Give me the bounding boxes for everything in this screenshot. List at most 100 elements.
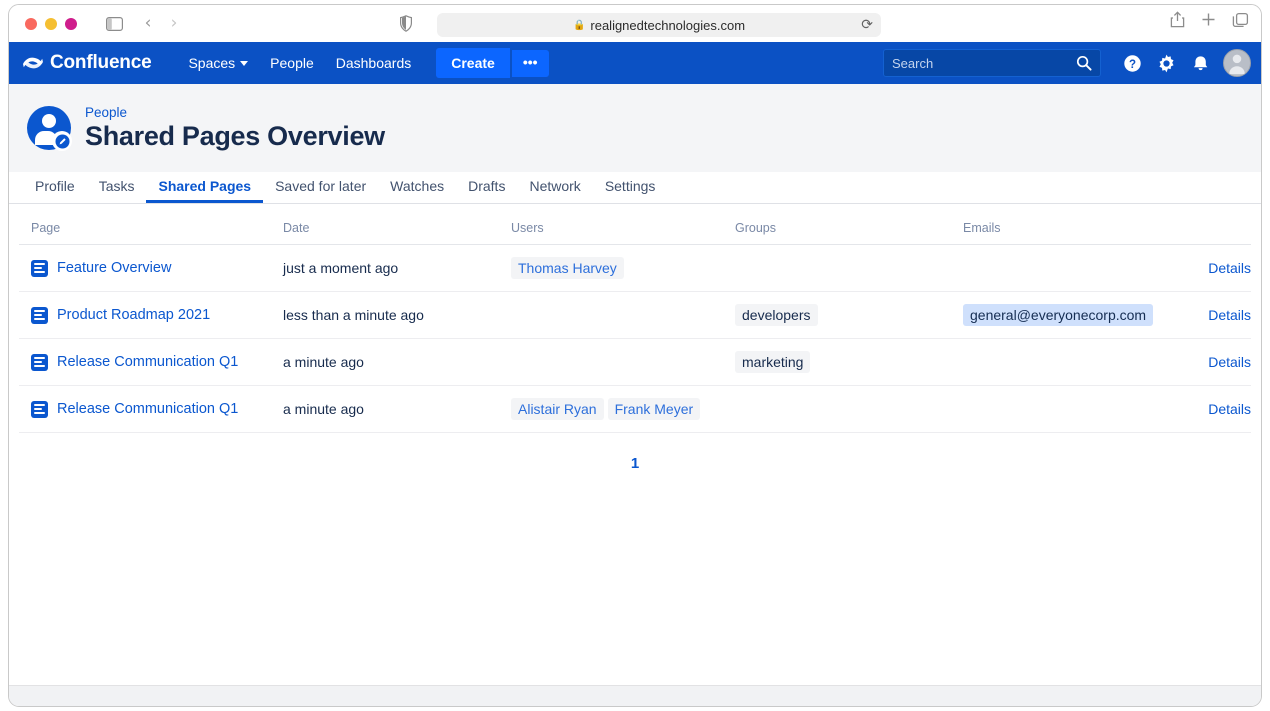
group-chip[interactable]: developers: [735, 304, 818, 326]
details-link[interactable]: Details: [1208, 260, 1251, 276]
maximize-window-button[interactable]: [65, 18, 77, 30]
cell-page: Release Communication Q1: [19, 339, 271, 386]
chevron-down-icon: [240, 61, 248, 66]
tab-drafts[interactable]: Drafts: [456, 178, 517, 203]
column-header-groups: Groups: [723, 204, 951, 245]
table-row: Product Roadmap 2021less than a minute a…: [19, 292, 1251, 339]
top-nav-links: Spaces People Dashboards Create •••: [177, 48, 548, 78]
page-document-icon: [31, 354, 48, 371]
details-link[interactable]: Details: [1208, 307, 1251, 323]
page-link[interactable]: Release Communication Q1: [57, 401, 238, 417]
table-row: Feature Overview just a moment ago Thomas …: [19, 245, 1251, 292]
close-window-button[interactable]: [25, 18, 37, 30]
column-header-emails: Emails: [951, 204, 1183, 245]
plus-icon[interactable]: [1201, 12, 1216, 27]
cell-groups: [723, 386, 951, 433]
tab-settings[interactable]: Settings: [593, 178, 668, 203]
details-link[interactable]: Details: [1208, 401, 1251, 417]
nav-item-dashboards-label: Dashboards: [336, 55, 412, 71]
svg-text:?: ?: [1128, 58, 1135, 70]
page-titles: People Shared Pages Overview: [85, 105, 385, 152]
browser-toolbar: ‹ › 🔒 realignedtechnologies.com ⟳: [9, 5, 1261, 42]
page-link[interactable]: Feature Overview: [57, 260, 171, 276]
page-link[interactable]: Release Communication Q1: [57, 354, 238, 370]
cell-users: [499, 292, 723, 339]
nav-item-spaces[interactable]: Spaces: [177, 49, 259, 77]
create-button[interactable]: Create: [436, 48, 510, 78]
page-link[interactable]: Product Roadmap 2021: [57, 307, 210, 323]
breadcrumb[interactable]: People: [85, 105, 385, 120]
tab-tasks[interactable]: Tasks: [87, 178, 147, 203]
user-chip[interactable]: Alistair Ryan: [511, 398, 604, 420]
tab-saved-for-later[interactable]: Saved for later: [263, 178, 378, 203]
main-content: Page Date Users Groups Emails Feature Ov…: [9, 204, 1261, 685]
settings-gear-icon[interactable]: [1149, 46, 1183, 80]
cell-emails: general@everyonecorp.com: [951, 292, 1183, 339]
cell-actions: Details: [1183, 339, 1251, 386]
cell-groups: [723, 245, 951, 292]
page-document-icon: [31, 401, 48, 418]
tab-overview-icon[interactable]: [1232, 12, 1249, 28]
table-header-row: Page Date Users Groups Emails: [19, 204, 1251, 245]
address-bar[interactable]: 🔒 realignedtechnologies.com ⟳: [437, 13, 881, 37]
cell-date: a minute ago: [271, 339, 499, 386]
page-document-icon: [31, 260, 48, 277]
column-header-date: Date: [271, 204, 499, 245]
search-box[interactable]: [883, 49, 1101, 77]
notifications-bell-icon[interactable]: [1183, 46, 1217, 80]
nav-item-dashboards[interactable]: Dashboards: [325, 49, 423, 77]
tab-profile[interactable]: Profile: [23, 178, 87, 203]
cell-date: a minute ago: [271, 386, 499, 433]
reload-icon[interactable]: ⟳: [861, 16, 873, 33]
share-icon[interactable]: [1170, 11, 1185, 28]
cell-emails: [951, 245, 1183, 292]
column-header-actions: [1183, 204, 1251, 245]
cell-date: just a moment ago: [271, 245, 499, 292]
confluence-logo-icon: [23, 54, 43, 72]
avatar-head: [42, 114, 56, 128]
cell-groups: developers: [723, 292, 951, 339]
user-chip[interactable]: Frank Meyer: [608, 398, 701, 420]
url-text: realignedtechnologies.com: [590, 18, 745, 33]
browser-actions: [1170, 11, 1249, 28]
window-controls[interactable]: [25, 18, 77, 30]
cell-users: Alistair RyanFrank Meyer: [499, 386, 723, 433]
confluence-brand[interactable]: Confluence: [23, 52, 151, 74]
tab-shared-pages[interactable]: Shared Pages: [146, 178, 263, 203]
tab-watches[interactable]: Watches: [378, 178, 456, 203]
back-chevron-icon[interactable]: ‹: [135, 12, 161, 36]
column-header-users: Users: [499, 204, 723, 245]
table-row: Release Communication Q1 a minute ago mark…: [19, 339, 1251, 386]
search-icon[interactable]: [1076, 55, 1092, 71]
user-avatar-icon[interactable]: [1223, 49, 1251, 77]
create-more-button[interactable]: •••: [512, 50, 549, 77]
search-input[interactable]: [892, 56, 1072, 71]
cell-page: Release Communication Q1: [19, 386, 271, 433]
minimize-window-button[interactable]: [45, 18, 57, 30]
window-footer-strip: [9, 685, 1261, 706]
page-title: Shared Pages Overview: [85, 121, 385, 152]
pagination-page-1[interactable]: 1: [631, 455, 639, 472]
cell-actions: Details: [1183, 245, 1251, 292]
email-chip[interactable]: general@everyonecorp.com: [963, 304, 1153, 326]
help-icon[interactable]: ?: [1115, 46, 1149, 80]
table-row: Release Communication Q1a minute agoAlis…: [19, 386, 1251, 433]
nav-buttons[interactable]: ‹ ›: [135, 12, 187, 36]
forward-chevron-icon[interactable]: ›: [161, 12, 187, 36]
sidebar-toggle-icon[interactable]: [101, 12, 127, 36]
edit-pencil-badge-icon: [52, 131, 72, 151]
pagination: 1: [9, 455, 1261, 472]
top-nav-actions: ?: [883, 42, 1251, 84]
browser-window: ‹ › 🔒 realignedtechnologies.com ⟳: [8, 4, 1262, 707]
cell-groups: marketing: [723, 339, 951, 386]
tab-network[interactable]: Network: [517, 178, 592, 203]
user-chip[interactable]: Thomas Harvey: [511, 257, 624, 279]
cell-emails: [951, 339, 1183, 386]
profile-tabs: Profile Tasks Shared Pages Saved for lat…: [9, 172, 1261, 204]
details-link[interactable]: Details: [1208, 354, 1251, 370]
shield-icon[interactable]: [399, 15, 413, 32]
cell-emails: [951, 386, 1183, 433]
nav-item-people[interactable]: People: [259, 49, 325, 77]
nav-item-spaces-label: Spaces: [188, 55, 235, 71]
group-chip[interactable]: marketing: [735, 351, 810, 373]
